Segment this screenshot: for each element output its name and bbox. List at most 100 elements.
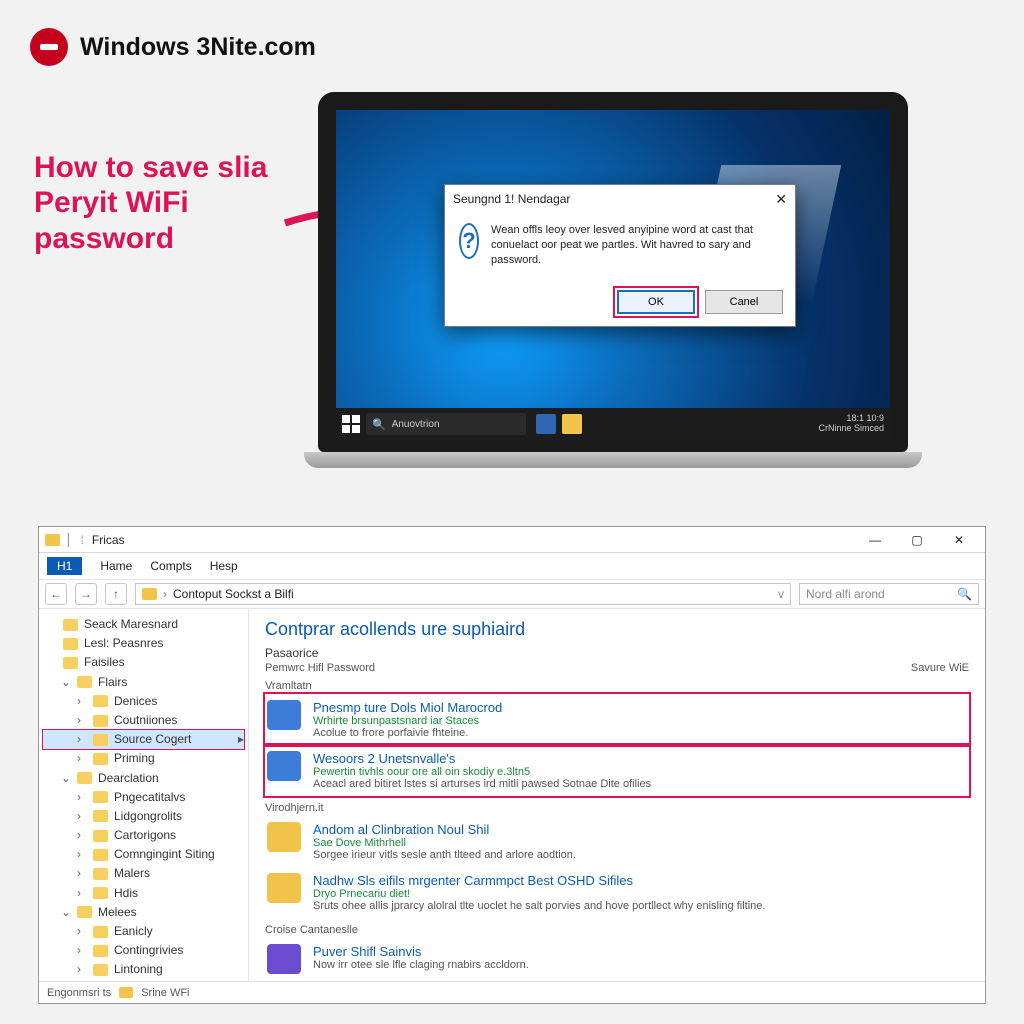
ribbon-tab-hesp[interactable]: Hesp: [210, 559, 238, 573]
folder-icon: [93, 695, 108, 707]
item-desc: Sruts ohee allis jprarcy alolral tlte uo…: [313, 900, 765, 912]
tree-label: Lesl: Peasnres: [84, 634, 163, 653]
item-subtitle: Wrhirte brsunpastsnard iar Staces: [313, 715, 502, 727]
breadcrumb[interactable]: › Contoput Sockst a Bilfi v: [135, 583, 791, 605]
expand-icon: ›: [77, 788, 87, 807]
tree-node[interactable]: ›Contingrivies: [43, 941, 244, 960]
ok-button[interactable]: OK: [617, 290, 695, 314]
item-group-3: Puver Shifl SainvisNow irr otee sle lfle…: [265, 938, 969, 980]
folder-icon: [93, 734, 108, 746]
ribbon-tab-active[interactable]: H1: [47, 557, 82, 575]
start-button[interactable]: [342, 415, 360, 433]
expand-icon: ⌄: [61, 769, 71, 788]
expand-icon: ›: [77, 826, 87, 845]
tree-node[interactable]: ⌄Melees: [43, 903, 244, 922]
title-sep: ▏ ⁞: [68, 533, 84, 547]
tree-node[interactable]: ›Priming: [43, 749, 244, 768]
nav-up-button[interactable]: ↑: [105, 583, 127, 605]
item-icon: [267, 700, 301, 730]
laptop-mockup: Seungnd 1! Nendagar ✕ ? Wean offls leoy …: [318, 92, 908, 468]
tree-node[interactable]: ›Source Cogert▸: [43, 730, 244, 749]
tree-node[interactable]: › Lintoning: [43, 960, 244, 979]
laptop-base: [304, 452, 922, 468]
taskbar: 🔍 Anuovtrion 18:1 10:9 CrNinne Simced: [336, 408, 890, 440]
tree-label: Cartorigons: [114, 826, 176, 845]
tree-label: Coutniiones: [114, 711, 177, 730]
tree-node[interactable]: › Cartorigons: [43, 826, 244, 845]
taskbar-search[interactable]: 🔍 Anuovtrion: [366, 413, 526, 435]
content-heading: Contprar acollends ure suphiaird: [265, 619, 969, 640]
expand-icon: ›: [77, 807, 87, 826]
close-button[interactable]: ✕: [939, 529, 979, 551]
tree-label: Seack Maresnard: [84, 615, 178, 634]
nav-forward-button[interactable]: →: [75, 583, 97, 605]
tree-node[interactable]: ›Comngingint Siting: [43, 845, 244, 864]
nav-tree: Seack MaresnardLesl: PeasnresFaisiles⌄Fl…: [39, 609, 249, 981]
tree-node[interactable]: ›Lidgongrolits: [43, 807, 244, 826]
expand-icon: ›: [77, 884, 87, 903]
tree-node[interactable]: Seack Maresnard: [43, 615, 244, 634]
expand-icon: ›: [77, 960, 87, 979]
folder-icon: [63, 657, 78, 669]
address-bar-row: ← → ↑ › Contoput Sockst a Bilfi v Nord a…: [39, 579, 985, 609]
tree-node[interactable]: ⌄Flairs: [43, 673, 244, 692]
tree-node[interactable]: ›Coutniiones: [43, 711, 244, 730]
folder-icon: [142, 588, 157, 600]
ribbon-tab-home[interactable]: Hame: [100, 559, 132, 573]
expand-icon: ›: [77, 749, 87, 768]
folder-icon: [93, 849, 108, 861]
tree-node[interactable]: ›Hdis: [43, 884, 244, 903]
window-title: Fricas: [92, 533, 125, 547]
cancel-button[interactable]: Canel: [705, 290, 783, 314]
tree-node[interactable]: ›Denices: [43, 692, 244, 711]
folder-icon: [93, 887, 108, 899]
section-2: Virodhjern.it: [265, 802, 969, 814]
tree-label: Pngecatitalvs: [114, 788, 185, 807]
item-subtitle: Sae Dove Mithrhell: [313, 837, 576, 849]
tree-node[interactable]: ›Malers: [43, 864, 244, 883]
content-item[interactable]: Puver Shifl SainvisNow irr otee sle lfle…: [265, 938, 969, 980]
taskbar-app-1[interactable]: [536, 414, 556, 434]
taskbar-app-explorer[interactable]: [562, 414, 582, 434]
status-bar: Engonmsri ts Srine WFi: [39, 981, 985, 1003]
folder-icon: [93, 945, 108, 957]
ribbon-tab-compts[interactable]: Compts: [150, 559, 191, 573]
system-tray[interactable]: 18:1 10:9 CrNinne Simced: [818, 414, 884, 434]
dialog-title: Seungnd 1! Nendagar: [453, 192, 570, 206]
section-1: Vramltatn: [265, 680, 969, 692]
tree-node[interactable]: › Pngecatitalvs: [43, 788, 244, 807]
section-3: Croise Cantaneslle: [265, 924, 969, 936]
tree-node[interactable]: ⌄Dearclation: [43, 769, 244, 788]
folder-icon: [93, 830, 108, 842]
confirm-dialog: Seungnd 1! Nendagar ✕ ? Wean offls leoy …: [444, 184, 796, 327]
item-subtitle: Pewertin tivhls oour ore all oin skodiy …: [313, 766, 651, 778]
expand-icon: ⌄: [61, 903, 71, 922]
tray-line-2: CrNinne Simced: [818, 424, 884, 434]
folder-icon: [93, 868, 108, 880]
search-icon: 🔍: [372, 418, 386, 431]
content-subheading: Pasaorice: [265, 646, 969, 660]
tree-label: Flairs: [98, 673, 127, 692]
explorer-search[interactable]: Nord alfi arond 🔍: [799, 583, 979, 605]
brand-logo-icon: [30, 28, 68, 66]
tree-node[interactable]: ›Eanicly: [43, 922, 244, 941]
content-item[interactable]: Andom al Clinbration Noul ShilSae Dove M…: [265, 816, 969, 867]
content-item[interactable]: Pnesmp ture Dols Miol MarocrodWrhirte br…: [265, 694, 969, 745]
dialog-message: Wean offls leoy over lesved anyipine wor…: [491, 223, 781, 268]
tree-node[interactable]: Faisiles: [43, 653, 244, 672]
tree-label: Lintoning: [114, 960, 163, 979]
content-item[interactable]: Nadhw Sls eifils mrgenter Carmmpct Best …: [265, 867, 969, 918]
minimize-button[interactable]: —: [855, 529, 895, 551]
maximize-button[interactable]: ▢: [897, 529, 937, 551]
nav-back-button[interactable]: ←: [45, 583, 67, 605]
expand-icon: ›: [77, 864, 87, 883]
dialog-close-icon[interactable]: ✕: [775, 191, 787, 208]
item-desc: Now irr otee sle lfle claging rnabirs ac…: [313, 959, 529, 971]
content-item[interactable]: Wesoors 2 Unetsnvalle'sPewertin tivhls o…: [265, 745, 969, 796]
folder-icon: [93, 926, 108, 938]
item-title: Puver Shifl Sainvis: [313, 944, 529, 959]
folder-icon: [63, 619, 78, 631]
breadcrumb-dropdown-icon[interactable]: v: [778, 587, 784, 601]
tree-node[interactable]: Lesl: Peasnres: [43, 634, 244, 653]
search-icon: 🔍: [957, 587, 972, 601]
